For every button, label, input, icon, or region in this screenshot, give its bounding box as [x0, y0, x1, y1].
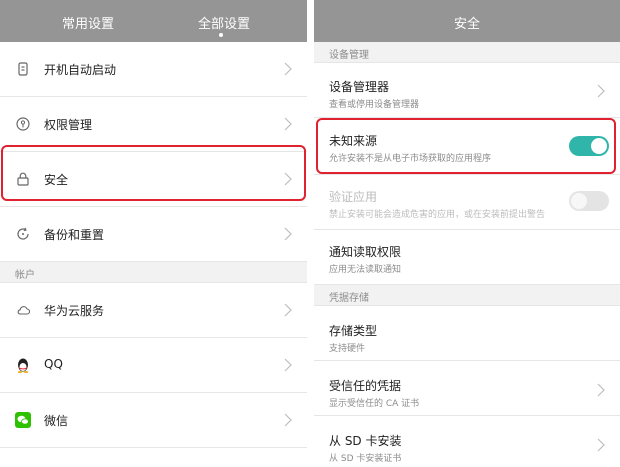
- setting-subtitle: 应用无法读取通知: [329, 265, 402, 275]
- permission-icon: [16, 117, 30, 131]
- setting-title: 从 SD 卡安装: [329, 434, 402, 448]
- unknown-sources-toggle[interactable]: [569, 136, 609, 156]
- qq-penguin-icon: [17, 358, 29, 373]
- settings-header: 常用设置 全部设置: [0, 0, 307, 42]
- page-title: 安全: [453, 17, 480, 32]
- settings-item-label: 权限管理: [44, 118, 93, 132]
- setting-title: 未知来源: [329, 134, 378, 148]
- setting-subtitle: 从 SD 卡安装证书: [329, 454, 402, 464]
- setting-verify-apps[interactable]: 验证应用 禁止安装可能会造成危害的应用，或在安装前提出警告: [314, 175, 620, 230]
- setting-subtitle: 允许安装不是从电子市场获取的应用程序: [329, 154, 492, 164]
- settings-item-security[interactable]: 安全: [0, 152, 307, 207]
- security-header: 安全: [314, 0, 620, 42]
- settings-item-label: 开机自动启动: [44, 63, 117, 77]
- settings-item-label: 安全: [44, 173, 69, 187]
- wechat-icon: [15, 412, 31, 428]
- tab-common-settings[interactable]: 常用设置: [62, 13, 114, 32]
- chevron-right-icon: [284, 117, 292, 131]
- chevron-right-icon: [597, 438, 605, 452]
- setting-notification-access[interactable]: 通知读取权限 应用无法读取通知: [314, 230, 620, 285]
- chevron-right-icon: [284, 172, 292, 186]
- section-header-account: 帐户: [0, 262, 307, 283]
- settings-item-backup-reset[interactable]: 备份和重置: [0, 207, 307, 262]
- settings-item-permissions[interactable]: 权限管理: [0, 97, 307, 152]
- settings-item-auto-start[interactable]: 开机自动启动: [0, 42, 307, 97]
- setting-unknown-sources[interactable]: 未知来源 允许安装不是从电子市场获取的应用程序: [314, 118, 620, 175]
- toggle-knob: [591, 138, 607, 154]
- setting-title: 存储类型: [329, 324, 378, 338]
- settings-item-huawei-cloud[interactable]: 华为云服务: [0, 283, 307, 338]
- power-startup-icon: [18, 62, 28, 76]
- chevron-right-icon: [597, 383, 605, 397]
- setting-subtitle: 禁止安装可能会造成危害的应用，或在安装前提出警告: [329, 210, 546, 220]
- setting-trusted-credentials[interactable]: 受信任的凭据 显示受信任的 CA 证书: [314, 361, 620, 416]
- settings-item-label: 微信: [44, 414, 69, 428]
- section-header-device-management: 设备管理: [314, 42, 620, 63]
- settings-item-label: QQ: [44, 357, 63, 371]
- setting-subtitle: 支持硬件: [329, 344, 366, 354]
- chevron-right-icon: [284, 227, 292, 241]
- settings-panel-left: 常用设置 全部设置 开机自动启动 权限管理 安全 备份和重置 帐户 华为云服务 …: [0, 0, 307, 467]
- setting-subtitle: 查看或停用设备管理器: [329, 100, 420, 110]
- settings-item-wechat[interactable]: 微信: [0, 393, 307, 448]
- chevron-right-icon: [597, 84, 605, 98]
- chevron-right-icon: [284, 413, 292, 427]
- setting-install-from-sd[interactable]: 从 SD 卡安装 从 SD 卡安装证书: [314, 416, 620, 467]
- active-tab-indicator: [219, 33, 223, 37]
- setting-device-manager[interactable]: 设备管理器 查看或停用设备管理器: [314, 63, 620, 118]
- setting-title: 通知读取权限: [329, 245, 402, 259]
- setting-title: 受信任的凭据: [329, 379, 402, 393]
- lock-icon: [17, 172, 29, 186]
- section-header-credential-storage: 凭据存储: [314, 285, 620, 306]
- settings-item-label: 华为云服务: [44, 304, 105, 318]
- settings-item-qq[interactable]: QQ: [0, 338, 307, 393]
- chevron-right-icon: [284, 303, 292, 317]
- setting-title: 验证应用: [329, 190, 378, 204]
- cloud-icon: [17, 306, 30, 315]
- setting-subtitle: 显示受信任的 CA 证书: [329, 399, 420, 409]
- setting-title: 设备管理器: [329, 80, 390, 94]
- chevron-right-icon: [284, 62, 292, 76]
- security-panel-right: 安全 设备管理 设备管理器 查看或停用设备管理器 未知来源 允许安装不是从电子市…: [314, 0, 620, 467]
- setting-storage-type[interactable]: 存储类型 支持硬件: [314, 306, 620, 361]
- backup-icon: [17, 227, 29, 240]
- tab-all-settings[interactable]: 全部设置: [198, 13, 250, 32]
- settings-item-label: 备份和重置: [44, 228, 105, 242]
- toggle-knob: [571, 193, 587, 209]
- chevron-right-icon: [284, 358, 292, 372]
- verify-apps-toggle[interactable]: [569, 191, 609, 211]
